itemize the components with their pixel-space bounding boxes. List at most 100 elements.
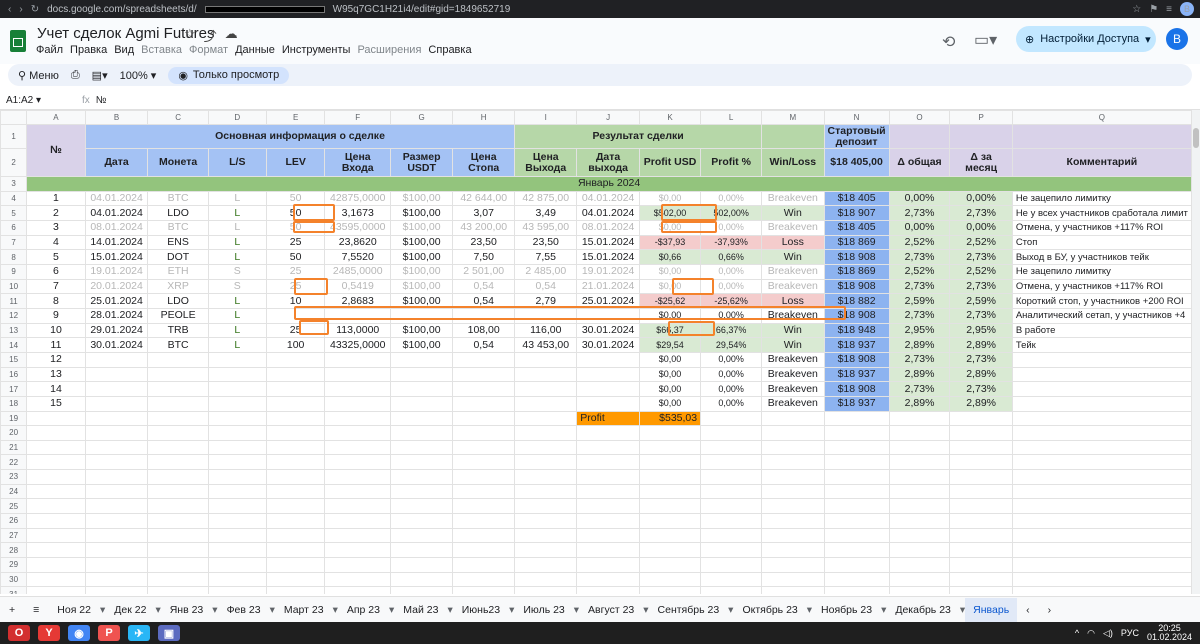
profit-usd[interactable]: $0,00 (638, 381, 702, 397)
trade-side[interactable] (207, 395, 267, 412)
win-loss[interactable]: Breakeven (761, 381, 825, 397)
trade-exit-date[interactable]: 15.01.2024 (576, 249, 640, 265)
trade-exit[interactable]: 2 485,00 (514, 263, 578, 280)
trade-size[interactable]: $100,00 (390, 234, 454, 251)
empty-cell[interactable] (700, 469, 763, 485)
trade-size[interactable]: $100,00 (390, 219, 454, 236)
row-header[interactable]: 21 (0, 439, 28, 456)
empty-cell[interactable] (147, 469, 209, 485)
empty-cell[interactable] (84, 586, 149, 594)
profit-usd[interactable]: -$37,93 (638, 234, 702, 251)
row-header[interactable]: 28 (0, 542, 28, 559)
trade-no[interactable]: 5 (26, 249, 86, 265)
row-header[interactable]: 9 (0, 263, 28, 280)
deposit-value[interactable]: $18 405 (823, 190, 890, 207)
empty-cell[interactable] (823, 425, 890, 441)
delta-month[interactable]: 2,89% (949, 366, 1013, 383)
trade-no[interactable]: 2 (26, 205, 86, 221)
trade-side[interactable]: L (207, 337, 267, 353)
empty-cell[interactable] (888, 557, 951, 573)
trade-exit-date[interactable]: 04.01.2024 (576, 190, 640, 207)
empty-cell[interactable] (700, 454, 763, 471)
profit-pct[interactable]: 0,00% (700, 263, 763, 280)
empty-cell[interactable] (26, 586, 86, 594)
empty-cell[interactable] (265, 571, 326, 588)
empty-cell[interactable] (761, 542, 825, 559)
empty-cell[interactable] (1011, 469, 1192, 485)
column-title[interactable]: Δ за месяц (949, 148, 1013, 177)
name-box[interactable]: A1:A2 ▾ (0, 95, 62, 106)
trade-exit-date[interactable]: 08.01.2024 (576, 219, 640, 236)
row-header[interactable]: 8 (0, 249, 28, 265)
empty-cell[interactable] (1011, 586, 1192, 594)
column-header[interactable]: Q (1011, 110, 1192, 125)
row-header[interactable]: 6 (0, 219, 28, 236)
empty-cell[interactable] (390, 513, 454, 529)
trade-coin[interactable]: LDO (147, 293, 209, 309)
trade-coin[interactable] (147, 351, 209, 368)
empty-cell[interactable] (700, 483, 763, 500)
trade-date[interactable] (84, 381, 149, 397)
column-header[interactable]: A (26, 110, 86, 125)
empty-cell[interactable] (888, 542, 951, 559)
empty-cell[interactable] (390, 469, 454, 485)
formula-input[interactable]: № (90, 95, 107, 106)
trade-lev[interactable] (265, 351, 326, 368)
row-header[interactable]: 15 (0, 351, 28, 368)
empty-cell[interactable] (324, 586, 392, 594)
empty-cell[interactable] (147, 454, 209, 471)
row-header[interactable]: 4 (0, 190, 28, 207)
comment[interactable]: Стоп (1011, 234, 1192, 251)
empty-cell[interactable] (324, 469, 392, 485)
empty-cell[interactable] (700, 498, 763, 515)
comment[interactable]: Отмена, у участников +117% ROI (1011, 219, 1192, 236)
win-loss[interactable]: Breakeven (761, 351, 825, 368)
trade-size[interactable]: $100,00 (390, 205, 454, 221)
menu-icon[interactable]: ≡ (1166, 4, 1172, 15)
delta-month[interactable]: 2,73% (949, 381, 1013, 397)
empty-cell[interactable] (207, 425, 267, 441)
forward-icon[interactable]: › (19, 4, 22, 15)
search-menu-button[interactable]: ⚲ Меню (18, 69, 59, 82)
empty-cell[interactable] (84, 527, 149, 544)
profit-usd[interactable]: $0,00 (638, 395, 702, 412)
column-title[interactable]: Profit % (700, 148, 763, 177)
column-header[interactable]: L (700, 110, 763, 125)
menu-item[interactable]: Данные (235, 44, 275, 56)
empty-cell[interactable] (84, 454, 149, 471)
empty-cell[interactable] (888, 483, 951, 500)
trade-lev[interactable]: 25 (265, 234, 326, 251)
deposit-value[interactable]: $18 907 (823, 205, 890, 221)
column-title[interactable]: Цена Стопа (452, 148, 516, 177)
comment[interactable]: Не у всех участников сработала лимит (1011, 205, 1192, 221)
comment[interactable]: Короткий стоп, у участников +200 ROI (1011, 293, 1192, 309)
empty-cell[interactable] (324, 571, 392, 588)
empty-cell[interactable] (823, 439, 890, 456)
empty-cell[interactable] (576, 483, 640, 500)
profit-usd[interactable]: $29,54 (638, 337, 702, 353)
trade-side[interactable]: L (207, 249, 267, 265)
trade-no[interactable]: 1 (26, 190, 86, 207)
deposit-value[interactable]: $18 908 (823, 381, 890, 397)
menu-item[interactable]: Справка (428, 44, 471, 56)
empty-cell[interactable] (949, 498, 1013, 515)
trade-exit[interactable]: 116,00 (514, 322, 578, 339)
trade-date[interactable] (84, 351, 149, 368)
empty-cell[interactable] (888, 454, 951, 471)
trade-date[interactable]: 19.01.2024 (84, 263, 149, 280)
empty-cell[interactable] (324, 425, 392, 441)
sheet-tab[interactable]: Август 23 (579, 604, 643, 616)
sheet-tab[interactable]: Янв 23 (161, 604, 213, 616)
tab-scroll-right-icon[interactable]: › (1039, 604, 1061, 616)
trade-exit[interactable]: 0,54 (514, 278, 578, 295)
empty-cell[interactable] (576, 439, 640, 456)
trade-no[interactable]: 11 (26, 337, 86, 353)
empty-cell[interactable] (761, 425, 825, 441)
row-header[interactable]: 13 (0, 322, 28, 339)
column-header[interactable]: E (265, 110, 326, 125)
comment[interactable] (1011, 395, 1192, 412)
trade-size[interactable]: $100,00 (390, 322, 454, 339)
empty-cell[interactable] (207, 483, 267, 500)
sheet-tab[interactable]: Декабрь 23 (886, 604, 960, 616)
empty-cell[interactable] (888, 498, 951, 515)
